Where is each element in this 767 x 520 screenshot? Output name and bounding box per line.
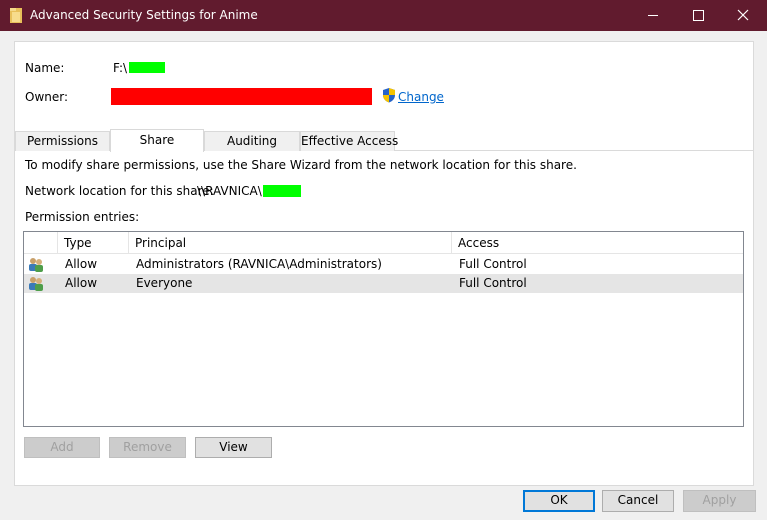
network-location-value: \\RAVNICA\ [197, 184, 262, 198]
name-redaction [129, 62, 165, 73]
advanced-security-window: Advanced Security Settings for Anime Nam… [0, 0, 767, 520]
add-button[interactable]: Add [24, 437, 100, 458]
owner-redaction [111, 88, 372, 105]
users-icon [29, 258, 43, 272]
tab-strip: Permissions Share Auditing Effective Acc… [15, 129, 753, 152]
list-header: Type Principal Access [24, 232, 743, 254]
network-location-redaction [263, 185, 301, 197]
permission-entries-list[interactable]: Type Principal Access Allow Administrato… [23, 231, 744, 427]
name-label: Name: [25, 61, 65, 75]
header-icon-column [24, 232, 58, 254]
share-instruction: To modify share permissions, use the Sha… [25, 158, 577, 172]
remove-button[interactable]: Remove [109, 437, 186, 458]
change-owner-link[interactable]: Change [398, 90, 444, 104]
tab-permissions[interactable]: Permissions [15, 131, 110, 151]
tab-share[interactable]: Share [110, 129, 204, 152]
window-title: Advanced Security Settings for Anime [30, 8, 258, 22]
row-type: Allow [65, 276, 98, 290]
header-principal[interactable]: Principal [129, 232, 452, 254]
row-principal: Administrators (RAVNICA\Administrators) [136, 257, 382, 271]
settings-panel: Name: F:\ Owner: Change Permissions Shar… [14, 41, 754, 486]
row-access: Full Control [459, 276, 527, 290]
dialog-content: Name: F:\ Owner: Change Permissions Shar… [1, 31, 766, 519]
tab-effective-access[interactable]: Effective Access [300, 131, 398, 151]
table-row[interactable]: Allow Everyone Full Control [24, 274, 743, 293]
row-access: Full Control [459, 257, 527, 271]
name-value: F:\ [113, 61, 128, 75]
row-type: Allow [65, 257, 98, 271]
minimize-icon[interactable] [630, 0, 676, 31]
close-icon[interactable] [720, 0, 766, 31]
row-principal: Everyone [136, 276, 193, 290]
header-access[interactable]: Access [452, 232, 743, 254]
header-type[interactable]: Type [58, 232, 129, 254]
maximize-icon[interactable] [675, 0, 721, 31]
ok-button[interactable]: OK [523, 490, 595, 512]
uac-shield-icon [383, 88, 395, 103]
table-row[interactable]: Allow Administrators (RAVNICA\Administra… [24, 255, 743, 274]
apply-button[interactable]: Apply [683, 490, 756, 512]
cancel-button[interactable]: Cancel [602, 490, 674, 512]
users-icon [29, 277, 43, 291]
title-bar[interactable]: Advanced Security Settings for Anime [0, 0, 767, 31]
owner-label: Owner: [25, 90, 69, 104]
view-button[interactable]: View [195, 437, 272, 458]
permission-entries-label: Permission entries: [25, 210, 140, 224]
folder-icon [10, 8, 22, 23]
tab-auditing[interactable]: Auditing [204, 131, 300, 151]
network-location-label: Network location for this share: [25, 184, 214, 198]
